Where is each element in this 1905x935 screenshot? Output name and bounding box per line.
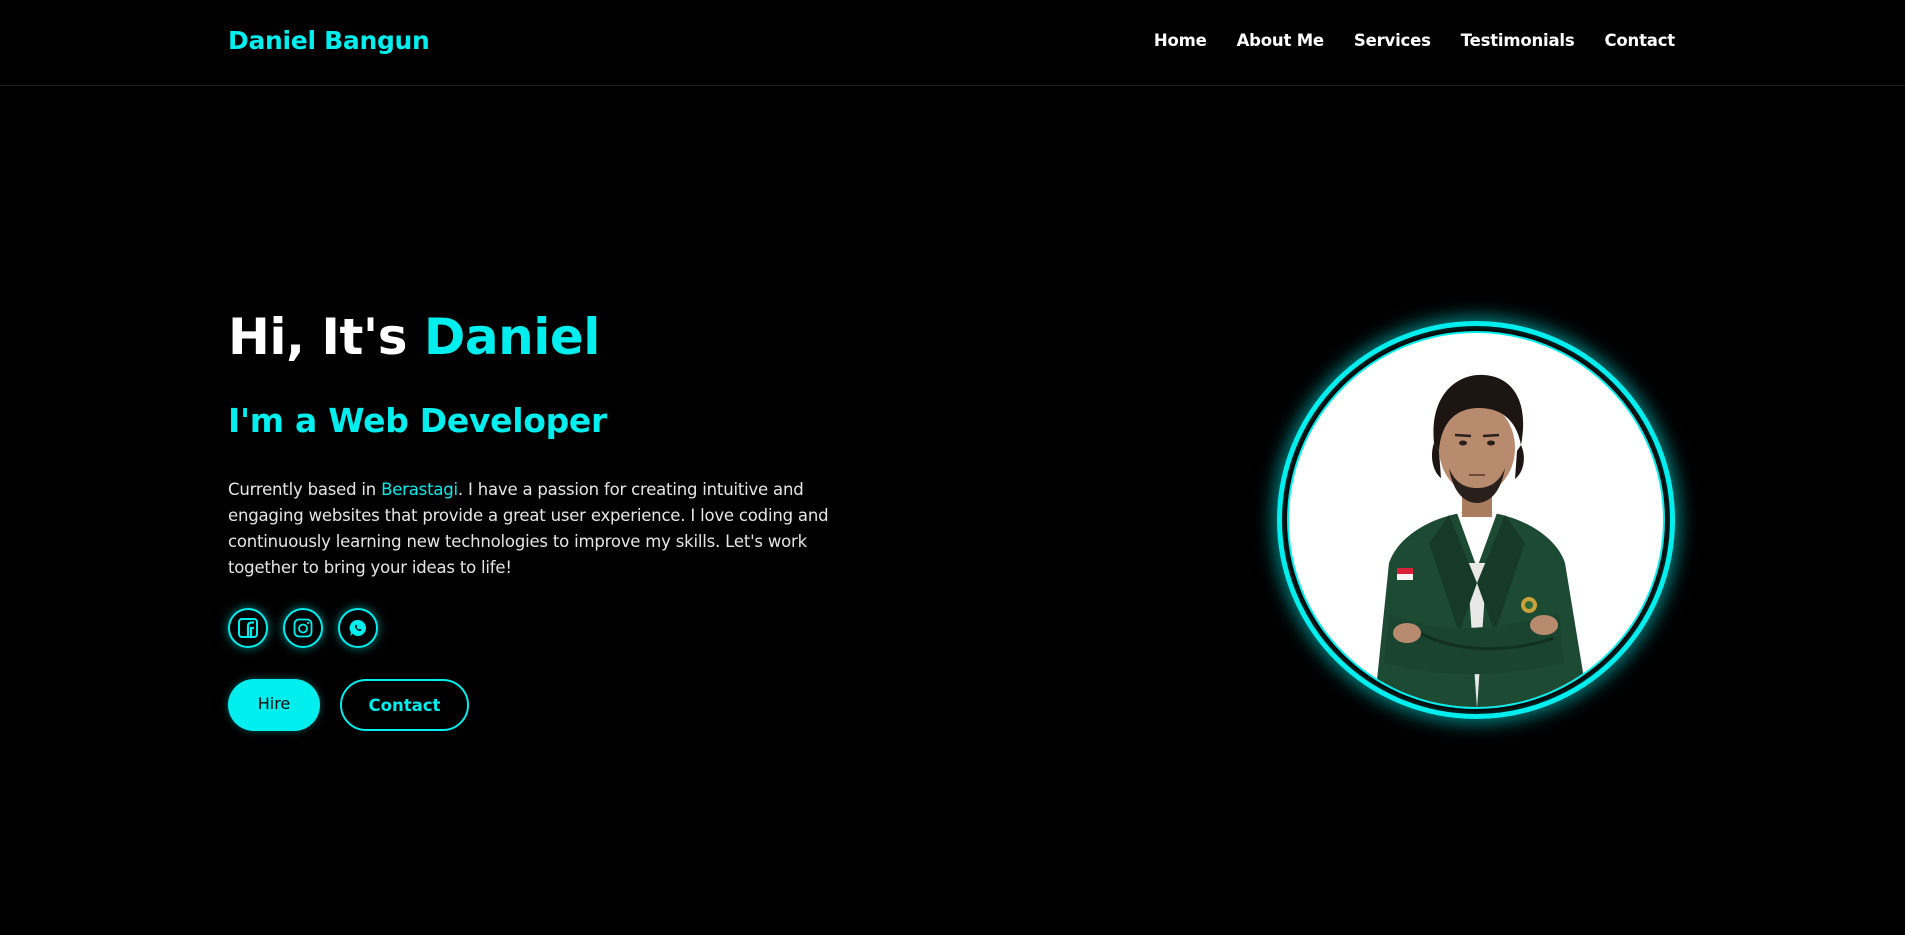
instagram-link[interactable] xyxy=(283,608,323,648)
nav-testimonials[interactable]: Testimonials xyxy=(1461,31,1575,50)
profile-photo xyxy=(1287,331,1665,709)
hire-button[interactable]: Hire xyxy=(228,679,320,731)
social-links xyxy=(228,608,378,648)
desc-before: Currently based in xyxy=(228,480,382,499)
contact-button[interactable]: Contact xyxy=(340,679,469,731)
facebook-icon xyxy=(238,618,258,638)
logo[interactable]: Daniel Bangun xyxy=(228,26,430,55)
profile-frame xyxy=(1277,321,1675,719)
instagram-icon xyxy=(293,618,313,638)
whatsapp-link[interactable] xyxy=(338,608,378,648)
hero-greeting: Hi, It's Daniel xyxy=(228,308,600,366)
hero-role: I'm a Web Developer xyxy=(228,401,607,440)
greeting-name: Daniel xyxy=(423,308,601,366)
facebook-link[interactable] xyxy=(228,608,268,648)
main-nav: Home About Me Services Testimonials Cont… xyxy=(1124,31,1675,50)
greeting-prefix: Hi, It's xyxy=(228,308,407,366)
nav-about-me[interactable]: About Me xyxy=(1237,31,1325,50)
profile-illustration xyxy=(1374,374,1589,707)
page: Daniel Bangun Home About Me Services Tes… xyxy=(0,0,1905,935)
nav-contact[interactable]: Contact xyxy=(1605,31,1676,50)
site-header: Daniel Bangun Home About Me Services Tes… xyxy=(0,0,1905,86)
nav-home[interactable]: Home xyxy=(1154,31,1207,50)
nav-services[interactable]: Services xyxy=(1354,31,1431,50)
whatsapp-icon xyxy=(349,619,367,636)
desc-city: Berastagi xyxy=(381,480,458,499)
hero-description: Currently based in Berastagi. I have a p… xyxy=(228,477,848,581)
